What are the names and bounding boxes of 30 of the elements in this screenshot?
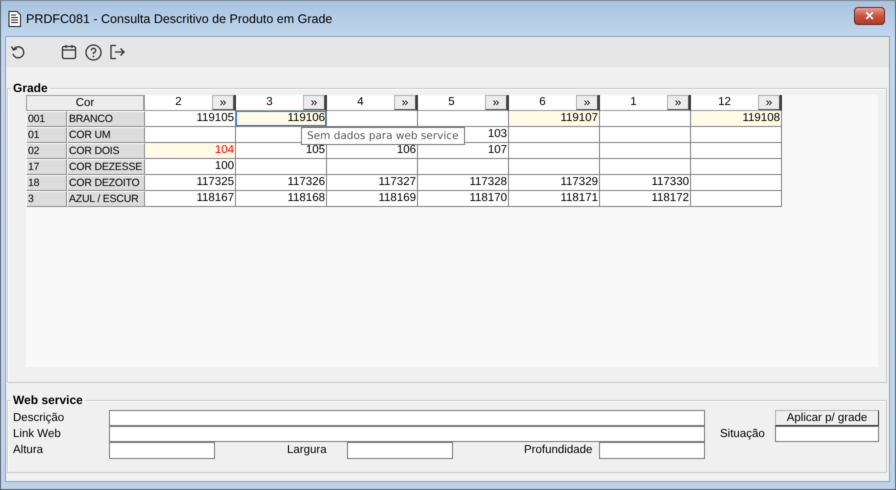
column-label: 12 [717, 95, 732, 110]
row-code: 02 [26, 143, 67, 159]
field-label: Descrição [13, 411, 66, 426]
field-label: Altura [13, 443, 44, 458]
column-label: 3 [265, 95, 274, 110]
group-title: Web service [12, 393, 84, 407]
row-name: COR DEZOITO [67, 175, 145, 191]
window-title: PRDFC081 - Consulta Descritivo de Produto em Grade [26, 12, 332, 26]
column-label: 1 [629, 95, 638, 110]
column-header: Cor [26, 95, 145, 111]
row-name: COR UM [67, 127, 145, 143]
field-label: Profundidade [524, 443, 594, 458]
tooltip: Sem dados para web service [301, 127, 465, 145]
column-label: 2 [174, 95, 183, 110]
row-code: 3 [26, 191, 67, 207]
column-label: 4 [356, 95, 365, 110]
row-name: BRANCO [67, 111, 145, 127]
row-code: 17 [26, 159, 67, 175]
row-code: 01 [26, 127, 67, 143]
group-title: Grade [12, 81, 49, 95]
column-label: 5 [447, 95, 456, 110]
row-code: 001 [26, 111, 67, 127]
field-label: Situação [720, 427, 766, 442]
field-label: Largura [287, 443, 328, 458]
row-code: 18 [26, 175, 67, 191]
row-name: COR DEZESSE [67, 159, 145, 175]
row-name: COR DOIS [67, 143, 145, 159]
row-name: AZUL / ESCUR [67, 191, 145, 207]
field-label: Link Web [13, 427, 62, 442]
column-label: 6 [538, 95, 547, 110]
